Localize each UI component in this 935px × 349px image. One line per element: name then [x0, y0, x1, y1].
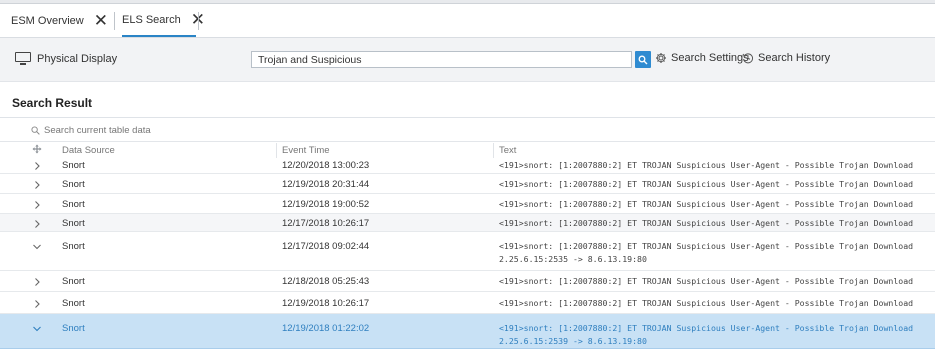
tab-esm-overview[interactable]: ESM Overview ✕ [11, 4, 111, 37]
tab-divider [198, 12, 199, 30]
table-header: Data Source Event Time Text [0, 143, 935, 157]
history-icon [742, 53, 754, 64]
move-icon[interactable] [32, 144, 42, 154]
tab-bar: ESM Overview ✕ ELS Search ✕ [0, 4, 935, 38]
search-history-button[interactable]: Search History [742, 52, 830, 64]
chevron-right-icon[interactable] [32, 277, 42, 287]
column-divider [493, 143, 494, 158]
data-source-cell: Snort [62, 298, 85, 309]
data-source-cell: Snort [62, 218, 85, 229]
chevron-down-icon[interactable] [32, 242, 42, 252]
table-filter-placeholder: Search current table data [44, 125, 151, 136]
search-input[interactable]: Trojan and Suspicious [251, 51, 632, 68]
text-cell: <191>snort: [1:2007880:2] ET TROJAN Susp… [499, 276, 914, 286]
physical-display-label: Physical Display [37, 52, 118, 65]
table-filter-input[interactable]: Search current table data [31, 125, 151, 136]
column-header-data-source[interactable]: Data Source [62, 145, 115, 156]
text-cell: <191>snort: [1:2007880:2] ET TROJAN Susp… [499, 298, 914, 308]
table-row[interactable]: Snort 12/18/2018 05:25:43 <191>snort: [1:2… [0, 271, 935, 292]
tab-els-search[interactable]: ELS Search ✕ [122, 4, 205, 37]
text-cell: <191>snort: [1:2007880:2] ET TROJAN Susp… [499, 179, 914, 189]
chevron-right-icon[interactable] [32, 200, 42, 210]
text-cell: <191>snort: [1:2007880:2] ET TROJAN Susp… [499, 323, 914, 333]
search-result-title: Search Result [12, 96, 93, 110]
search-toolbar: Physical Display Trojan and Suspicious S… [0, 38, 935, 82]
column-divider [276, 143, 277, 158]
monitor-icon [15, 52, 31, 65]
close-icon[interactable]: ✕ [94, 12, 108, 29]
table-row[interactable]: Snort 12/20/2018 13:00:23 <191>snort: [1:2… [0, 158, 935, 174]
search-history-label: Search History [758, 52, 831, 64]
text-cell: <191>snort: [1:2007880:2] ET TROJAN Susp… [499, 218, 914, 228]
data-source-cell: Snort [62, 199, 85, 210]
event-time-cell: 12/17/2018 10:26:17 [282, 218, 370, 229]
search-button[interactable] [635, 51, 651, 68]
text-cell: <191>snort: [1:2007880:2] ET TROJAN Susp… [499, 160, 914, 170]
physical-display-button[interactable]: Physical Display [15, 52, 117, 65]
table-row[interactable]: Snort 12/19/2018 01:22:02 <191>snort: [1:2… [0, 314, 935, 349]
gear-icon [656, 53, 666, 63]
tab-label: ELS Search [122, 13, 181, 26]
event-time-cell: 12/19/2018 20:31:44 [282, 179, 370, 190]
chevron-right-icon[interactable] [32, 299, 42, 309]
table-row[interactable]: Snort 12/19/2018 19:00:52 <191>snort: [1:2… [0, 194, 935, 214]
event-time-cell: 12/19/2018 10:26:17 [282, 298, 370, 309]
divider [0, 141, 935, 142]
data-source-cell: Snort [62, 179, 85, 190]
search-settings-label: Search Settings [671, 52, 749, 64]
data-source-cell: Snort [62, 323, 85, 334]
event-time-cell: 12/17/2018 09:02:44 [282, 241, 370, 252]
table-row[interactable]: Snort 12/17/2018 09:02:44 <191>snort: [1:2… [0, 232, 935, 271]
table-row[interactable]: Snort 12/19/2018 10:26:17 <191>snort: [1:2… [0, 292, 935, 314]
text-cell: <191>snort: [1:2007880:2] ET TROJAN Susp… [499, 199, 914, 209]
data-source-cell: Snort [62, 241, 85, 252]
chevron-down-icon[interactable] [32, 324, 42, 334]
text-cell-continued: 2.25.6.15:2539 -> 8.6.13.19:80 [499, 336, 647, 346]
data-source-cell: Snort [62, 160, 85, 171]
chevron-right-icon[interactable] [32, 219, 42, 229]
column-header-text[interactable]: Text [499, 145, 516, 156]
chevron-right-icon[interactable] [32, 180, 42, 190]
event-time-cell: 12/19/2018 19:00:52 [282, 199, 370, 210]
event-time-cell: 12/19/2018 01:22:02 [282, 323, 370, 334]
tab-divider [114, 12, 115, 30]
table-row[interactable]: Snort 12/19/2018 20:31:44 <191>snort: [1:2… [0, 174, 935, 194]
search-settings-button[interactable]: Search Settings [655, 52, 749, 64]
event-time-cell: 12/18/2018 05:25:43 [282, 276, 370, 287]
data-source-cell: Snort [62, 276, 85, 287]
search-icon [31, 126, 40, 135]
chevron-right-icon[interactable] [32, 161, 42, 171]
event-time-cell: 12/20/2018 13:00:23 [282, 160, 370, 171]
table-row[interactable]: Snort 12/17/2018 10:26:17 <191>snort: [1:2… [0, 214, 935, 232]
text-cell-continued: 2.25.6.15:2535 -> 8.6.13.19:80 [499, 254, 647, 264]
column-header-event-time[interactable]: Event Time [282, 145, 330, 156]
search-icon [638, 55, 648, 64]
text-cell: <191>snort: [1:2007880:2] ET TROJAN Susp… [499, 241, 914, 251]
divider [0, 117, 935, 118]
tab-label: ESM Overview [11, 14, 84, 27]
